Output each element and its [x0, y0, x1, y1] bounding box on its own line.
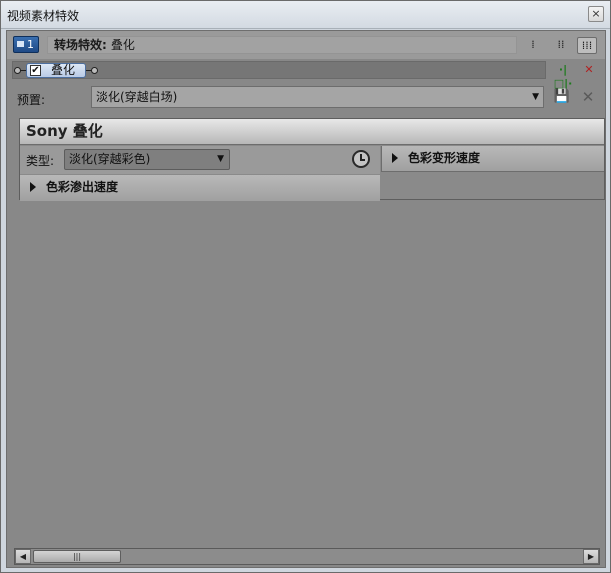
type-value: 淡化(穿越彩色) — [69, 152, 151, 166]
view-expanded-button[interactable]: ⁞⁞⁞ — [577, 37, 597, 54]
plugin-chain-icon[interactable]: ·|□|· — [553, 63, 573, 90]
view-compact-button[interactable]: ⁞ — [523, 37, 543, 54]
scroll-left-arrow-icon[interactable]: ◀ — [15, 549, 31, 564]
preset-value: 淡化(穿越白场) — [96, 90, 178, 104]
transition-fx-label: 转场特效: 叠化 — [47, 36, 517, 54]
section-label: 色彩变形速度 — [408, 151, 481, 165]
track-number: 1 — [27, 38, 34, 51]
save-preset-icon[interactable]: 💾 — [553, 88, 571, 106]
fx-enable-checkbox[interactable]: ✔ — [30, 65, 41, 76]
plugin-chain-row: ✔ 叠化 — [12, 61, 546, 79]
expand-triangle-icon — [392, 153, 398, 163]
plugin-panel: Sony 叠化 类型: 淡化(穿越彩色) ▼ 色彩变形速度 色彩渗出速度 — [19, 118, 605, 201]
section-label: 色彩渗出速度 — [46, 180, 119, 194]
close-button[interactable]: × — [588, 6, 604, 22]
chevron-down-icon: ▼ — [217, 154, 224, 164]
clock-icon[interactable] — [352, 150, 370, 168]
type-row: 类型: 淡化(穿越彩色) ▼ — [20, 146, 380, 174]
window-title: 视频素材特效 — [7, 9, 80, 23]
section-color-morph-speed[interactable]: 色彩变形速度 — [381, 146, 604, 172]
scrollbar-thumb[interactable]: ||| — [33, 550, 121, 563]
type-select[interactable]: 淡化(穿越彩色) ▼ — [64, 149, 230, 170]
horizontal-scrollbar[interactable]: ◀ ||| ▶ — [14, 548, 600, 565]
video-fx-window: 视频素材特效 × 1 转场特效: 叠化 ⁞ ⁞⁞ ⁞⁞⁞ ✔ 叠化 ·|□|· ✕ — [0, 0, 611, 573]
remove-plugin-icon[interactable]: ✕ — [579, 63, 599, 79]
transition-fx-caption: 转场特效: — [54, 38, 107, 52]
fx-content: 1 转场特效: 叠化 ⁞ ⁞⁞ ⁞⁞⁞ ✔ 叠化 ·|□|· ✕ 预置: 淡化(穿… — [6, 30, 606, 568]
view-medium-button[interactable]: ⁞⁞ — [551, 37, 571, 54]
title-bar: 视频素材特效 × — [1, 1, 610, 29]
preset-select[interactable]: 淡化(穿越白场) ▼ — [91, 86, 544, 108]
fx-header-row: 1 转场特效: 叠化 ⁞ ⁞⁞ ⁞⁞⁞ — [7, 31, 605, 59]
transition-fx-value: 叠化 — [110, 38, 135, 52]
chain-end-dot — [91, 67, 98, 74]
track-icon — [17, 41, 24, 47]
fx-chain-item-label: 叠化 — [51, 63, 76, 77]
plugin-title: Sony 叠化 — [20, 119, 604, 145]
section-color-bleed-speed[interactable]: 色彩渗出速度 — [20, 175, 380, 201]
delete-preset-icon[interactable]: ✕ — [579, 88, 597, 106]
type-label: 类型: — [26, 154, 55, 168]
fx-chain-item-dissolve[interactable]: ✔ 叠化 — [26, 63, 86, 78]
preset-label: 预置: — [17, 93, 46, 107]
chevron-down-icon: ▼ — [532, 92, 539, 102]
track-badge: 1 — [13, 36, 39, 53]
expand-triangle-icon — [30, 182, 36, 192]
scroll-right-arrow-icon[interactable]: ▶ — [583, 549, 599, 564]
chain-start-dot — [14, 67, 21, 74]
